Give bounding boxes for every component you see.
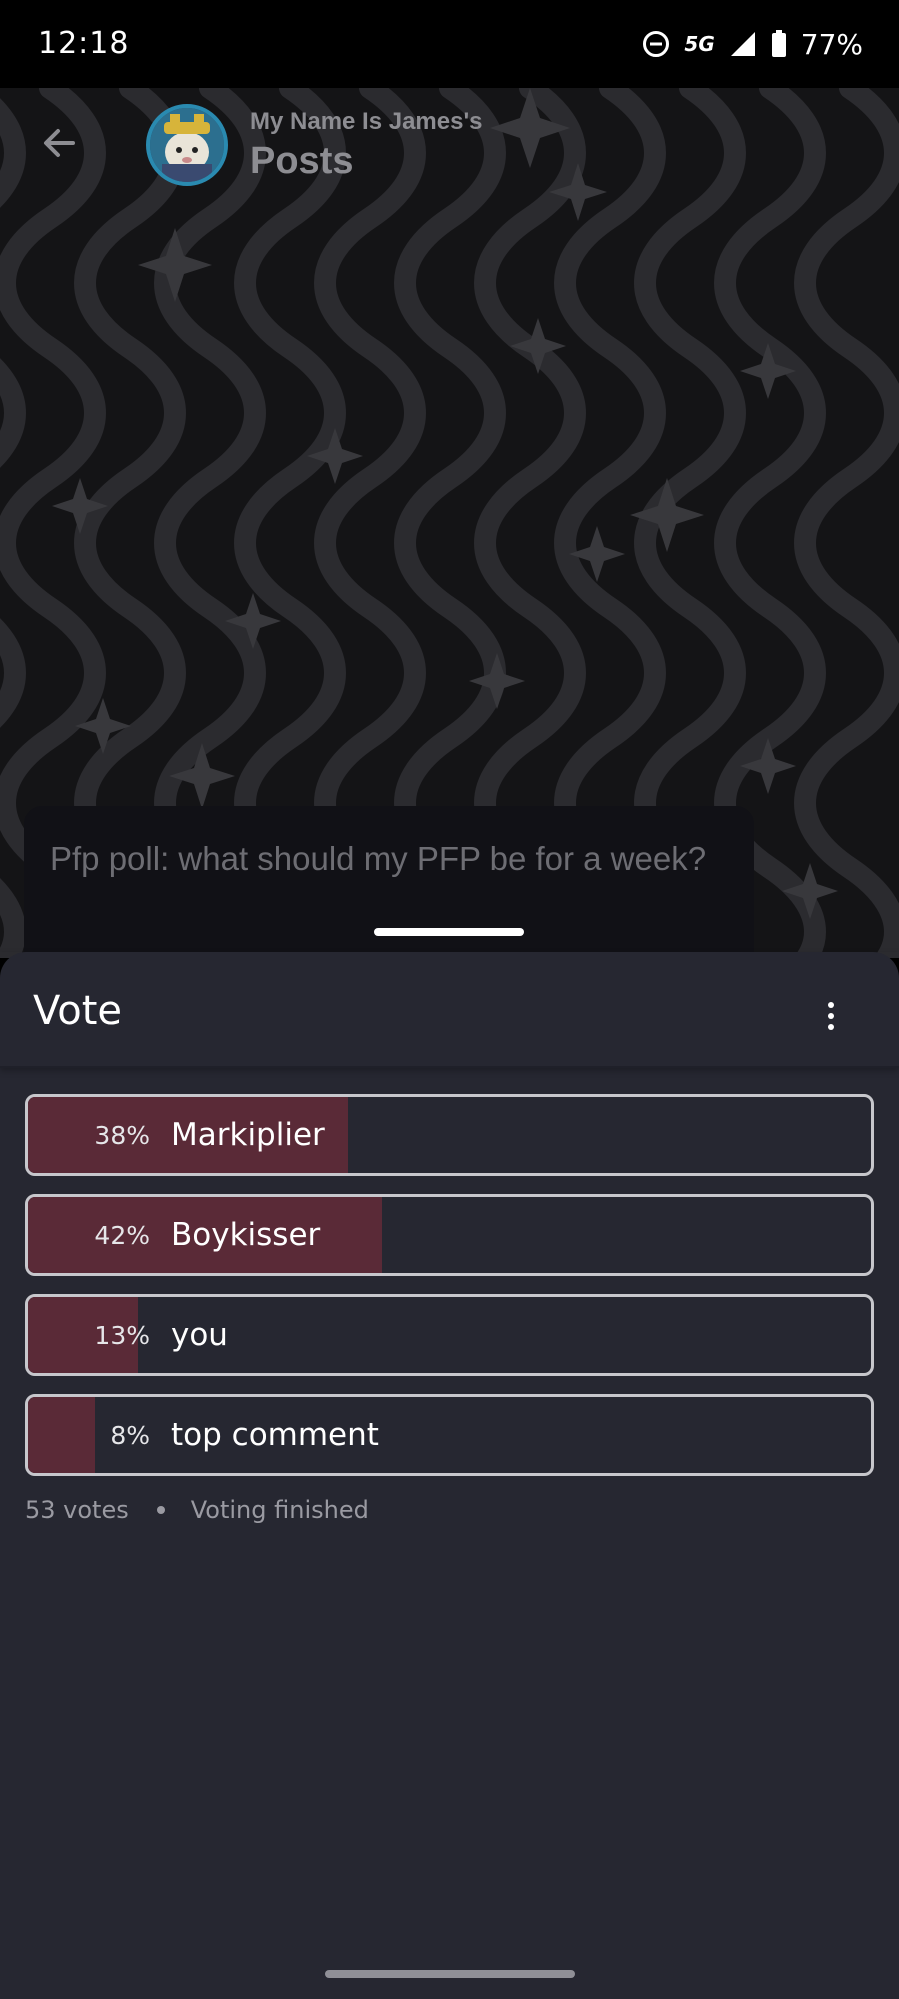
arrow-left-icon <box>44 129 75 157</box>
do-not-disturb-icon <box>643 31 670 57</box>
battery-percent: 77% <box>800 27 863 61</box>
sheet-header: Vote <box>0 952 899 1068</box>
poll-option[interactable]: 8% top comment <box>25 1394 874 1476</box>
poll-option-label: Markiplier <box>171 1117 325 1153</box>
poll-option-percent: 42% <box>94 1220 150 1250</box>
poll-option-fill <box>28 1397 96 1473</box>
vote-count: 53 votes <box>25 1496 129 1524</box>
poll-options: 38% Markiplier 42% Boykisser 13% you 8% … <box>25 1094 874 1494</box>
voting-status: Voting finished <box>190 1496 369 1524</box>
poll-option-label: top comment <box>171 1417 379 1453</box>
sheet-drag-handle[interactable] <box>374 928 524 936</box>
post-text: Pfp poll: what should my PFP be for a we… <box>50 840 707 877</box>
more-vertical-icon <box>828 1002 834 1008</box>
poll-option[interactable]: 13% you <box>25 1294 874 1376</box>
more-options-button[interactable] <box>816 996 846 1036</box>
home-indicator[interactable] <box>325 1970 575 1978</box>
poll-option-label: Boykisser <box>171 1217 321 1253</box>
poll-option-label: you <box>171 1317 228 1353</box>
signal-icon <box>730 32 755 56</box>
status-icons: 5G 77% <box>642 26 863 62</box>
poll-option-percent: 13% <box>94 1320 150 1350</box>
post-card[interactable]: Pfp poll: what should my PFP be for a we… <box>24 806 754 976</box>
avatar-image <box>150 108 224 182</box>
sheet-title: Vote <box>33 988 123 1034</box>
back-button[interactable] <box>34 118 84 168</box>
page-title: Posts <box>250 140 354 182</box>
battery-icon <box>771 30 786 57</box>
poll-footer: 53 votes Voting finished <box>25 1496 369 1524</box>
poll-option-percent: 38% <box>94 1120 150 1150</box>
poll-option-percent: 8% <box>110 1420 150 1450</box>
status-time: 12:18 <box>38 26 130 61</box>
separator-dot <box>156 1506 165 1514</box>
avatar[interactable] <box>146 104 228 186</box>
status-bar: 12:18 5G 77% <box>0 0 899 88</box>
poll-option[interactable]: 38% Markiplier <box>25 1094 874 1176</box>
header-subtitle: My Name Is James's <box>250 108 483 135</box>
network-5g-icon: 5G <box>684 32 715 56</box>
poll-option[interactable]: 42% Boykisser <box>25 1194 874 1276</box>
vote-sheet: Vote 38% Markiplier 42% Boykisser 13% yo… <box>0 952 899 1999</box>
